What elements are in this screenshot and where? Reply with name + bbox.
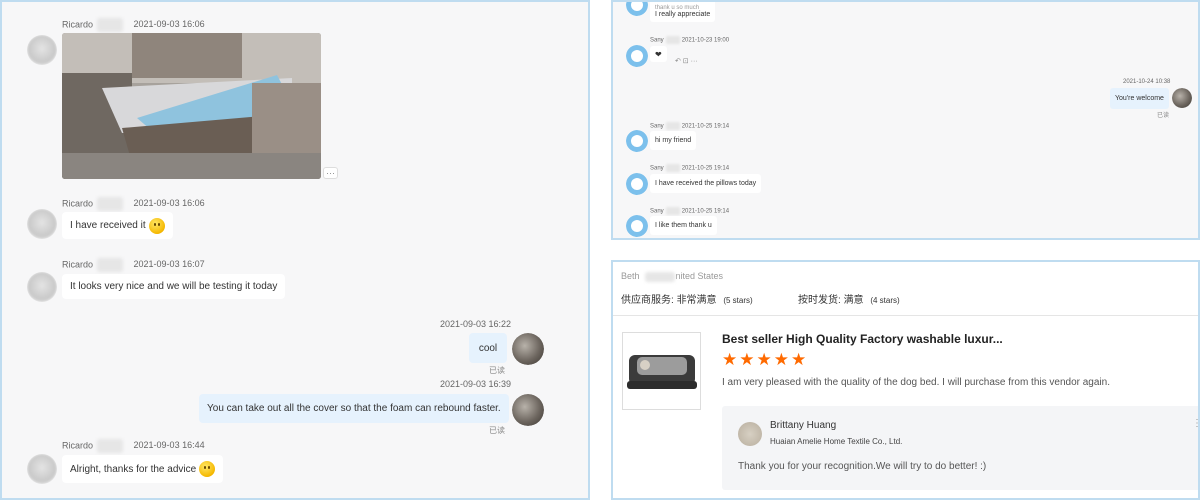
message-bubble[interactable]: I have received the pillows today — [650, 174, 762, 193]
message-bubble[interactable]: thank u so much I really appreciate — [650, 2, 716, 22]
more-icon[interactable]: ⋮ — [1192, 418, 1198, 429]
ontime-delivery-rating: 按时发货: 满意 (4 stars) — [798, 295, 900, 306]
read-status: 已读 — [1157, 113, 1170, 119]
sender-avatar[interactable] — [27, 272, 57, 302]
more-options-button[interactable]: ··· — [323, 167, 338, 179]
message-meta: Sany 2021-10-25 19:14 — [650, 122, 730, 130]
supplier-reply-box: Brittany Huang Huaian Amelie Home Textil… — [722, 406, 1198, 490]
message-bubble[interactable]: It looks very nice and we will be testin… — [62, 274, 286, 299]
message-reaction-icons[interactable]: ↶ ⊡ ··· — [675, 57, 698, 65]
message-bubble-self[interactable]: You can take out all the cover so that t… — [199, 394, 509, 423]
message-bubble[interactable]: ❤ — [650, 46, 667, 62]
message-bubble[interactable]: Alright, thanks for the advice — [62, 455, 224, 483]
message-bubble[interactable]: I have received it — [62, 212, 173, 239]
read-status: 已读 — [489, 426, 505, 435]
message-meta: Ricardo 2021-09-03 16:06 — [62, 197, 205, 211]
product-title[interactable]: Best seller High Quality Factory washabl… — [722, 332, 1003, 346]
rating-stars: ★★★★★ — [722, 350, 809, 369]
self-avatar[interactable] — [512, 333, 544, 365]
message-bubble-self[interactable]: cool — [469, 333, 507, 363]
message-meta: Sany 2021-10-23 19:00 — [650, 36, 730, 44]
supplier-avatar — [738, 422, 762, 446]
message-meta: Ricardo 2021-09-03 16:44 — [62, 439, 205, 453]
supplier-service-rating: 供应商服务: 非常满意 (5 stars) — [621, 295, 753, 306]
sender-avatar[interactable] — [626, 130, 648, 152]
reviewer-info: Beth nited States — [621, 271, 724, 282]
sender-avatar[interactable] — [626, 45, 648, 67]
message-meta: Ricardo 2021-09-03 16:07 — [62, 258, 205, 272]
read-status: 已读 — [489, 366, 505, 375]
message-bubble[interactable]: hi my friend — [650, 131, 697, 150]
review-panel: Beth nited States 供应商服务: 非常满意 (5 stars) 按… — [611, 260, 1200, 500]
message-time: 2021-10-24 10:38 — [1123, 79, 1171, 85]
smile-emoji-icon — [148, 217, 165, 234]
supplier-company: Huaian Amelie Home Textile Co., Ltd. — [770, 437, 903, 446]
sender-avatar[interactable] — [27, 209, 57, 239]
self-avatar[interactable] — [1172, 88, 1192, 108]
message-meta: Sany 2021-10-25 19:14 — [650, 207, 730, 215]
message-bubble[interactable]: I like them thank u — [650, 216, 717, 235]
message-meta: Sany 2021-10-25 19:14 — [650, 164, 730, 172]
sender-avatar[interactable] — [626, 215, 648, 237]
sender-avatar[interactable] — [27, 35, 57, 65]
message-meta: Ricardo 2021-09-03 16:06 — [62, 18, 205, 32]
message-bubble-self[interactable]: You're welcome — [1110, 88, 1169, 109]
chat-panel-right: thank u so much I really appreciate Sany… — [611, 0, 1200, 240]
self-avatar[interactable] — [512, 394, 544, 426]
product-thumbnail[interactable] — [622, 332, 701, 410]
review-comment: I am very pleased with the quality of th… — [722, 377, 1110, 388]
sender-avatar[interactable] — [626, 173, 648, 195]
chat-panel-left: Ricardo 2021-09-03 16:06 ··· Ricardo 202… — [0, 0, 590, 500]
message-time: 2021-09-03 16:22 — [440, 319, 512, 329]
supplier-reply-text: Thank you for your recognition.We will t… — [738, 461, 987, 472]
divider — [613, 315, 1198, 316]
supplier-name: Brittany Huang — [770, 420, 837, 431]
message-time: 2021-09-03 16:39 — [440, 379, 512, 389]
sender-avatar[interactable] — [626, 2, 648, 16]
sender-avatar[interactable] — [27, 454, 57, 484]
smile-emoji-icon — [199, 461, 216, 477]
message-photo[interactable] — [62, 33, 321, 179]
